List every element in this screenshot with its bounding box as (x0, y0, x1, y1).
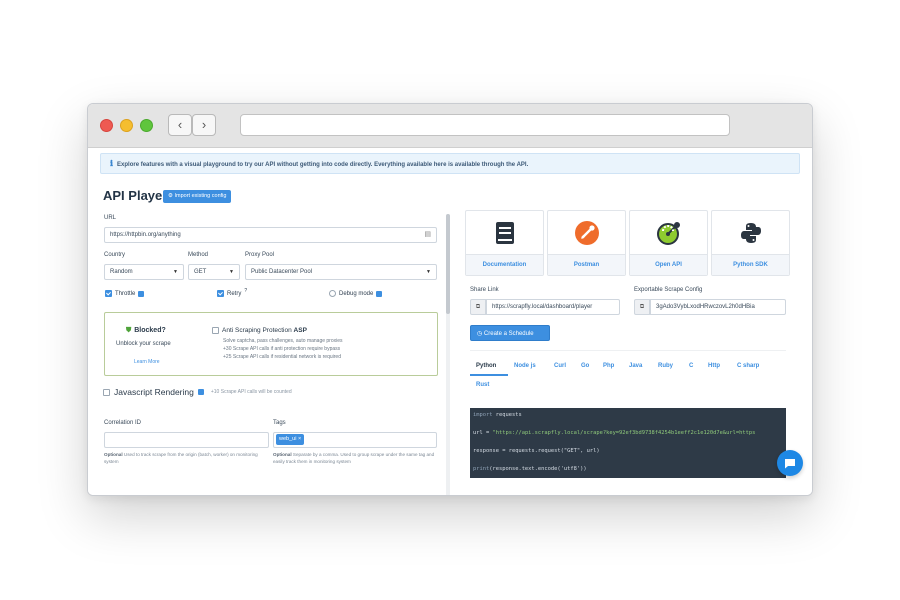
shield-icon: ⛊ (126, 327, 132, 334)
info-banner: ℹ Explore features with a visual playgrou… (100, 153, 800, 174)
country-label: Country (104, 252, 126, 258)
tags-help: Optional Separate by a comma. Used to gr… (273, 452, 435, 464)
chevron-right-icon: › (201, 117, 207, 132)
close-window-button[interactable] (100, 119, 113, 132)
tab-java[interactable]: Java (629, 363, 642, 369)
tool-card-openapi[interactable]: Open API (629, 210, 708, 276)
debug-mode-checkbox[interactable]: Debug mode (329, 290, 383, 297)
export-config-input[interactable]: 3gAdo3VybLxodHRwczovL2h0dHBia (650, 299, 786, 315)
create-schedule-button[interactable]: ◷ Create a Schedule (470, 325, 550, 341)
export-config-label: Exportable Scrape Config (634, 287, 703, 293)
throttle-checkbox[interactable]: Throttle (105, 290, 145, 297)
checkbox-unchecked[interactable] (212, 327, 219, 334)
blocked-title: ⛊ Blocked? (126, 327, 166, 334)
method-select[interactable]: GET ▼ (188, 264, 240, 280)
chat-bubble-icon (785, 458, 795, 468)
tab-nodejs[interactable]: Node js (514, 363, 536, 369)
correlation-id-label: Correlation ID (104, 420, 142, 426)
code-line: print(response.text.encode('utf8')) (473, 466, 587, 472)
gear-icon: ⚙ (168, 193, 173, 199)
correlation-id-help: Optional Used to track scrape from the o… (104, 452, 258, 464)
browser-titlebar: ‹ › (88, 104, 812, 148)
doc-icon[interactable] (138, 290, 145, 297)
banner-text: Explore features with a visual playgroun… (117, 162, 529, 168)
chevron-down-icon: ▼ (426, 269, 431, 275)
chevron-down-icon: ▼ (229, 269, 234, 275)
checkbox-unchecked[interactable] (329, 290, 336, 297)
page-title: API Player (103, 188, 168, 203)
doc-icon[interactable] (197, 389, 204, 395)
tab-rust[interactable]: Rust (476, 382, 489, 388)
js-rendering-checkbox[interactable]: Javascript Rendering +10 Scrape API call… (103, 387, 292, 397)
divider (470, 350, 786, 351)
help-icon[interactable]: ? (244, 288, 247, 294)
chevron-down-icon: ▼ (173, 269, 178, 275)
learn-more-link[interactable]: Learn More (134, 359, 160, 365)
tab-c[interactable]: C (689, 363, 693, 369)
copy-icon[interactable]: ⧉ (470, 299, 486, 315)
active-tab-indicator (470, 374, 508, 376)
left-panel-scrollbar[interactable] (446, 214, 450, 495)
tab-http[interactable]: Http (708, 363, 720, 369)
code-line: response = requests.request("GET", url) (473, 448, 600, 454)
asp-panel: ⛊ Blocked? Unblock your scrape Learn More… (104, 312, 438, 376)
asp-checkbox[interactable]: Anti Scraping Protection ASP (212, 327, 307, 334)
postman-icon (573, 219, 601, 247)
proxy-pool-label: Proxy Pool (245, 252, 275, 258)
tab-ruby[interactable]: Ruby (658, 363, 673, 369)
checkbox-checked[interactable] (217, 290, 224, 297)
code-line: url = "https://api.scrapfly.local/scrape… (473, 430, 756, 436)
tags-label: Tags (273, 420, 286, 426)
tool-card-postman[interactable]: Postman (547, 210, 626, 276)
tab-curl[interactable]: Curl (554, 363, 566, 369)
chat-button[interactable] (777, 450, 803, 476)
python-icon (737, 219, 765, 247)
address-bar[interactable] (240, 114, 730, 136)
share-link-label: Share Link (470, 287, 499, 293)
method-label: Method (188, 252, 209, 258)
info-icon: ℹ (110, 159, 114, 168)
tool-card-python-sdk[interactable]: Python SDK (711, 210, 790, 276)
scrollbar-thumb[interactable] (446, 214, 450, 314)
asp-line-1: Solve captcha, pass challenges, auto man… (223, 338, 343, 344)
checkbox-unchecked[interactable] (103, 388, 110, 396)
proxy-pool-select[interactable]: Public Datacenter Pool ▼ (245, 264, 437, 280)
remove-tag-icon[interactable]: × (298, 436, 301, 442)
blocked-subtitle: Unblock your scrape (116, 341, 171, 347)
tab-go[interactable]: Go (581, 363, 589, 369)
retry-checkbox[interactable]: Retry ? (217, 288, 247, 297)
tab-python[interactable]: Python (476, 363, 496, 369)
copy-icon[interactable]: ⧉ (634, 299, 650, 315)
code-line: import requests (473, 412, 522, 418)
tab-csharp[interactable]: C sharp (737, 363, 759, 369)
country-select[interactable]: Random ▼ (104, 264, 184, 280)
maximize-window-button[interactable] (140, 119, 153, 132)
page-content: ℹ Explore features with a visual playgrou… (88, 148, 812, 495)
correlation-id-input[interactable] (104, 432, 269, 448)
asp-line-2: +30 Scrape API calls if anti protection … (223, 346, 341, 352)
back-button[interactable]: ‹ (168, 114, 192, 136)
tab-php[interactable]: Php (603, 363, 614, 369)
tool-card-documentation[interactable]: Documentation (465, 210, 544, 276)
doc-icon[interactable] (376, 290, 383, 297)
checkbox-checked[interactable] (105, 290, 112, 297)
document-icon[interactable]: ▤ (424, 228, 431, 242)
book-icon (491, 219, 519, 247)
minimize-window-button[interactable] (120, 119, 133, 132)
url-input[interactable]: https://httpbin.org/anything ▤ (104, 227, 437, 243)
code-snippet[interactable]: import requests url = "https://api.scrap… (470, 408, 786, 478)
openapi-icon (655, 219, 683, 247)
clock-icon: ◷ (477, 331, 483, 337)
asp-line-3: +25 Scrape API calls if residential netw… (223, 354, 341, 360)
chevron-left-icon: ‹ (177, 117, 183, 132)
browser-window: ‹ › ℹ Explore features with a visual play… (87, 103, 813, 496)
tag-chip[interactable]: web_ui × (276, 434, 305, 445)
url-label: URL (104, 215, 117, 221)
forward-button[interactable]: › (192, 114, 216, 136)
share-link-input[interactable]: https://scrapfly.local/dashboard/player (486, 299, 620, 315)
import-config-button[interactable]: ⚙ Import existing config (163, 190, 232, 203)
